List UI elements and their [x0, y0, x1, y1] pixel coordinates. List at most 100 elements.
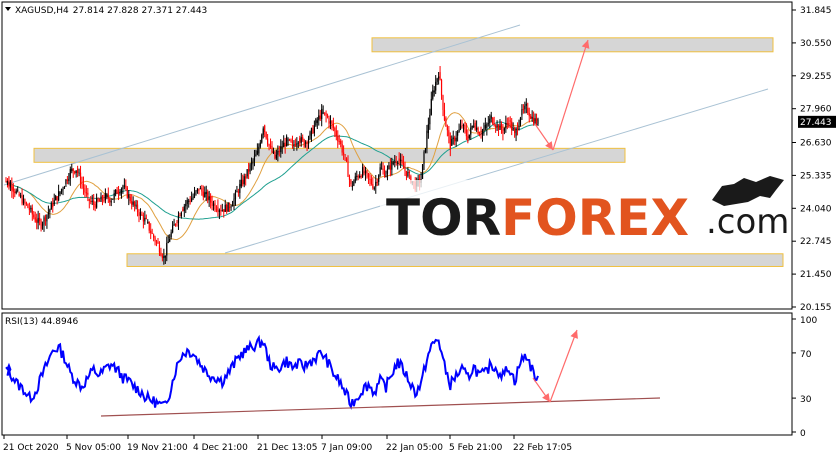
- price-zone: [126, 253, 784, 267]
- candle-body: [172, 225, 174, 233]
- candle-body: [436, 78, 438, 82]
- candle-body: [69, 169, 71, 179]
- candle-body: [36, 219, 38, 223]
- candle-body: [119, 193, 121, 195]
- candle-body: [104, 192, 106, 201]
- price-tick-label: 22.745: [800, 237, 832, 247]
- candle-body: [356, 175, 358, 177]
- candle-body: [101, 196, 104, 201]
- candle-body: [530, 116, 532, 119]
- candle-body: [284, 142, 286, 147]
- candle-body: [205, 191, 207, 195]
- candle-body: [245, 176, 247, 179]
- candle-body: [59, 191, 61, 195]
- candle-body: [110, 201, 112, 203]
- candle-body: [467, 136, 469, 142]
- candle-body: [378, 175, 380, 182]
- candle-body: [338, 141, 340, 143]
- candle-body: [464, 125, 466, 130]
- candle-body: [478, 134, 481, 136]
- candle-body: [66, 179, 68, 182]
- price-tick-label: 31.845: [800, 6, 832, 16]
- candle-body: [402, 163, 405, 169]
- candle-body: [169, 238, 171, 242]
- candle-body: [385, 175, 387, 177]
- candle-body: [161, 255, 163, 259]
- candle-body: [383, 170, 386, 177]
- candle-body: [398, 158, 400, 162]
- candle-body: [300, 137, 302, 143]
- candle-body: [33, 214, 35, 218]
- candle-body: [499, 124, 501, 131]
- rsi-tick-label: 0: [800, 429, 806, 439]
- candle-body: [454, 137, 456, 142]
- rsi-tick-label: 100: [800, 316, 817, 326]
- candle-body: [438, 76, 440, 79]
- candle-body: [382, 168, 384, 171]
- time-axis: 21 Oct 2020 5 Nov 05:00 19 Nov 21:00 4 Dec …: [3, 435, 572, 453]
- candle-body: [84, 188, 86, 193]
- candle-body: [326, 115, 329, 118]
- candle-body: [129, 196, 131, 202]
- candle-body: [375, 181, 377, 187]
- candle-body: [52, 203, 54, 208]
- candle-body: [429, 114, 431, 125]
- candle-body: [421, 164, 424, 179]
- candle-body: [275, 154, 277, 159]
- candle-body: [294, 144, 296, 146]
- candle-body: [309, 132, 311, 139]
- candle-body: [31, 207, 33, 215]
- candle-body: [465, 129, 467, 137]
- candle-body: [462, 125, 465, 127]
- candle-body: [79, 172, 82, 184]
- candle-body: [103, 200, 105, 202]
- candle-body: [303, 139, 305, 147]
- candle-body: [451, 138, 453, 146]
- candle-body: [96, 198, 98, 208]
- candle-body: [535, 118, 538, 124]
- candle-body: [128, 194, 130, 198]
- candle-body: [50, 203, 52, 210]
- candle-body: [534, 118, 536, 124]
- candle-body: [55, 196, 57, 201]
- candle-body: [528, 112, 530, 117]
- candle-body: [211, 201, 213, 206]
- candle-body: [518, 124, 520, 130]
- candle-body: [452, 137, 454, 139]
- candle-body: [274, 151, 276, 159]
- rsi-tick-label: 70: [800, 350, 812, 360]
- candle-body: [253, 156, 256, 161]
- candle-body: [433, 90, 435, 93]
- candle-body: [250, 161, 253, 165]
- candle-body: [243, 176, 245, 185]
- candle-body: [116, 189, 118, 194]
- candle-body: [239, 184, 241, 193]
- candle-body: [72, 168, 74, 172]
- candle-body: [134, 201, 136, 207]
- candle-body: [430, 98, 432, 115]
- candle-body: [394, 161, 396, 163]
- candle-body: [283, 142, 285, 148]
- candle-body: [486, 124, 488, 129]
- candle-body: [22, 198, 25, 204]
- candle-body: [41, 224, 44, 226]
- candle-body: [519, 117, 522, 125]
- candle-body: [255, 154, 257, 157]
- candle-body: [249, 164, 251, 172]
- candle-body: [269, 145, 272, 147]
- candle-body: [120, 189, 123, 194]
- candle-body: [24, 201, 26, 203]
- candle-body: [75, 170, 77, 174]
- candle-body: [227, 202, 229, 212]
- candle-body: [293, 144, 295, 146]
- candle-body: [199, 188, 201, 190]
- ohlc-values: 27.814 27.828 27.371 27.443: [73, 6, 208, 16]
- candle-body: [107, 194, 109, 199]
- candle-body: [207, 191, 209, 201]
- candle-body: [74, 171, 76, 174]
- candle-body: [461, 125, 463, 127]
- candle-body: [15, 190, 17, 194]
- candle-body: [49, 209, 51, 213]
- candle-body: [490, 115, 492, 119]
- time-tick-label: 5 Nov 05:00: [66, 443, 121, 453]
